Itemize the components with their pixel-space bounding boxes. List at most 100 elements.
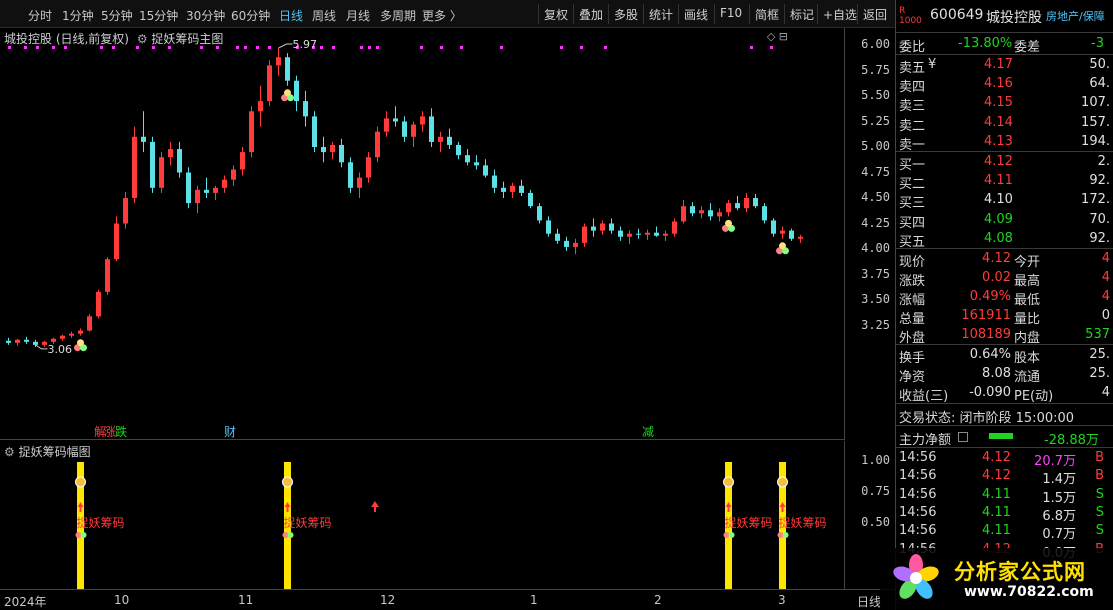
candle-body — [663, 233, 668, 236]
candle-body — [114, 223, 119, 260]
candle-body — [789, 230, 794, 239]
period-tab[interactable]: 15分钟 — [139, 7, 178, 24]
level-label: 卖五 — [899, 61, 926, 76]
period-tab[interactable]: 分时 — [28, 7, 52, 24]
level-volume: 107. — [1081, 95, 1110, 111]
stat-value: 4 — [1101, 289, 1110, 304]
candle-body — [429, 116, 434, 142]
magenta-dot — [750, 46, 753, 49]
magenta-dot — [236, 46, 239, 49]
toolbar-button[interactable]: 复权 — [538, 4, 573, 24]
stat-row: 收益(三) -0.090 PE(动) 4 — [896, 384, 1113, 404]
candle-body — [699, 210, 704, 214]
toolbar-button[interactable]: 画线 — [678, 4, 713, 24]
main-chart-panel[interactable]: 城投控股 (日线,前复权) ⚙ 捉妖筹码主图 ◇ ⊟ 5.97 3.06 解涨跌财减… — [0, 28, 890, 440]
stat-label: 换手 — [899, 351, 926, 366]
tick-time: 14:56 — [899, 504, 937, 520]
toolbar-button[interactable]: +自选 — [817, 4, 862, 24]
candle-body — [798, 236, 803, 239]
level-volume: 50. — [1089, 57, 1110, 72]
toolbar-button[interactable]: 返回 — [857, 4, 892, 24]
tick-time: 14:56 — [899, 468, 937, 484]
toolbar-button[interactable]: 标记 — [784, 4, 819, 24]
industry-tag[interactable]: 房地产/保障 — [1046, 8, 1105, 24]
tick-row: 14:56 4.11 6.8万 S — [896, 504, 1113, 524]
tick-time: 14:56 — [899, 486, 937, 502]
period-tab[interactable]: 日线 — [279, 7, 303, 24]
candle-body — [546, 220, 551, 234]
currency-icon: ¥ — [928, 57, 937, 72]
toolbar-button[interactable]: 统计 — [643, 4, 678, 24]
y-tick-label: 4.25 — [861, 215, 890, 230]
level-volume: 172. — [1081, 192, 1110, 208]
candle-body — [69, 333, 74, 336]
magenta-dot — [200, 46, 203, 49]
signal-marker-icon — [77, 339, 84, 347]
period-tab[interactable]: 多周期 — [380, 7, 416, 24]
toolbar-button[interactable]: 叠加 — [573, 4, 608, 24]
level-price: 4.16 — [984, 76, 1013, 92]
stat-label: 量比 — [1014, 312, 1041, 327]
level-price: 4.17 — [984, 57, 1013, 72]
candlestick-chart[interactable]: 5.973.06解涨跌财减 — [0, 28, 845, 440]
signal-chart[interactable]: 捉妖筹码 捉妖筹码 捉妖筹码 捉妖筹码 — [0, 441, 845, 589]
sub-indicator-panel[interactable]: ⚙ 捉妖筹码幅图 捉妖筹码 捉妖筹码 捉妖筹码 捉妖筹码 1.00 0.75 0.50 — [0, 441, 890, 589]
level-label: 卖二 — [899, 118, 926, 134]
quote-panel: R 1000 600649 城投控股 房地产/保障 委比 -13.80% 委差 -… — [895, 0, 1113, 610]
net-bar — [989, 433, 1013, 439]
tick-price: 4.11 — [982, 504, 1011, 520]
candle-body — [321, 147, 326, 153]
stock-header[interactable]: R 1000 600649 城投控股 房地产/保障 — [896, 6, 1113, 28]
toolbar-button[interactable]: 多股 — [608, 4, 643, 24]
period-tab[interactable]: 30分钟 — [186, 7, 225, 24]
period-tab[interactable]: 周线 — [312, 7, 336, 24]
tick-volume: 1.4万 — [1042, 472, 1076, 488]
stat-label: 最低 — [1014, 293, 1041, 308]
toolbar-button[interactable]: F10 — [714, 4, 747, 24]
tick-volume: 0.7万 — [1042, 527, 1076, 543]
x-tick-label: 2 — [654, 593, 662, 607]
period-tab[interactable]: 月线 — [346, 7, 370, 24]
period-indicator[interactable]: 日线 — [857, 593, 881, 610]
candle-body — [762, 206, 767, 221]
weibi-row: 委比 -13.80% 委差 -3 — [899, 36, 1104, 55]
candle-body — [24, 339, 29, 342]
stat-label: 净资 — [899, 370, 926, 385]
sell-level: 卖三 4.15 107. — [896, 94, 1113, 114]
main-net-row[interactable]: 主力净额 -28.88万 — [896, 428, 1113, 448]
stat-row: 换手 0.64% 股本 25. — [896, 346, 1113, 366]
event-label: 财 — [224, 425, 236, 439]
candle-body — [609, 223, 614, 231]
candle-body — [591, 226, 596, 231]
period-tab[interactable]: 60分钟 — [231, 7, 270, 24]
period-tab[interactable]: 1分钟 — [62, 7, 94, 24]
magenta-dot — [112, 46, 115, 49]
signal-marker-icon — [782, 532, 789, 538]
toolbar-button[interactable]: 简框 — [749, 4, 784, 24]
candle-body — [771, 220, 776, 234]
x-tick-label: 3 — [778, 593, 786, 607]
level-volume: 2. — [1097, 154, 1110, 169]
candle-body — [330, 144, 335, 153]
stat-row: 涨幅 0.49% 最低 4 — [896, 288, 1113, 308]
event-label: 跌 — [115, 424, 127, 439]
tick-volume: 20.7万 — [1034, 454, 1076, 469]
level-price: 4.15 — [984, 95, 1013, 111]
period-tab[interactable]: 5分钟 — [101, 7, 133, 24]
candle-body — [375, 131, 380, 158]
level-volume: 92. — [1089, 230, 1110, 246]
buy-level: 买一 4.12 2. — [896, 153, 1113, 173]
candle-body — [168, 149, 173, 158]
candle-body — [654, 232, 659, 236]
stat-value: 161911 — [961, 308, 1011, 323]
magenta-dot — [500, 46, 503, 49]
candle-body — [753, 198, 758, 207]
period-tab[interactable]: 更多 〉 — [422, 7, 462, 24]
level-label: 买四 — [899, 215, 926, 231]
buy-level: 买五 4.08 92. — [896, 230, 1113, 250]
magenta-dot — [24, 46, 27, 49]
stat-label: 涨幅 — [899, 293, 926, 308]
stat-value: 25. — [1089, 366, 1110, 381]
trade-status: 交易状态: 闭市阶段 15:00:00 — [899, 411, 1075, 426]
magenta-dot — [332, 46, 335, 49]
